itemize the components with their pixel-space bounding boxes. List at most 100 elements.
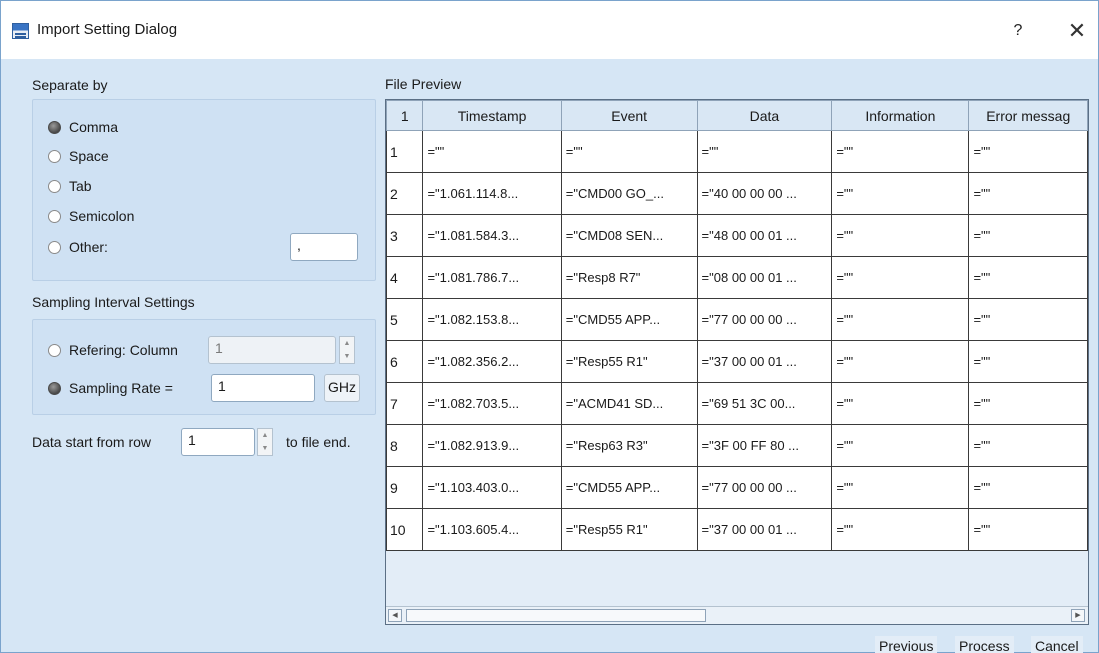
row-number-cell[interactable]: 5 — [386, 298, 424, 341]
table-cell[interactable]: ="" — [831, 340, 970, 383]
row-number-cell[interactable]: 8 — [386, 424, 424, 467]
table-cell[interactable]: ="1.103.403.0... — [422, 466, 562, 509]
radio-indicator[interactable] — [48, 240, 61, 254]
table-cell[interactable]: ="48 00 00 01 ... — [696, 214, 833, 257]
table-cell[interactable]: ="3F 00 FF 80 ... — [696, 424, 833, 467]
start-row-input[interactable]: 1 — [181, 428, 255, 456]
table-row[interactable]: 10 ="1.103.605.4... ="Resp55 R1" ="37 00 00… — [386, 508, 1088, 551]
table-cell[interactable]: ="69 51 3C 00... — [696, 382, 833, 425]
previous-button[interactable]: Previous — [875, 636, 938, 653]
row-number-cell[interactable]: 7 — [386, 382, 424, 425]
table-cell[interactable]: ="Resp8 R7" — [560, 256, 698, 299]
process-button[interactable]: Process — [955, 636, 1014, 653]
table-cell[interactable]: ="" — [968, 130, 1088, 173]
close-button[interactable]: ✕ — [1064, 17, 1090, 45]
refering-column-input[interactable]: 1 — [208, 336, 336, 364]
table-cell[interactable]: ="" — [831, 298, 970, 341]
table-cell[interactable]: ="" — [968, 214, 1088, 257]
table-cell[interactable]: ="1.082.153.8... — [422, 298, 562, 341]
cancel-button[interactable]: Cancel — [1031, 636, 1083, 653]
table-cell[interactable]: ="1.082.703.5... — [422, 382, 562, 425]
corner-header[interactable]: 1 — [386, 100, 424, 131]
other-separator-input[interactable]: , — [290, 233, 358, 261]
table-cell[interactable]: ="CMD08 SEN... — [560, 214, 698, 257]
radio-comma[interactable]: Comma — [48, 119, 118, 135]
table-cell[interactable]: ="1.103.605.4... — [422, 508, 562, 551]
table-cell[interactable]: ="1.081.786.7... — [422, 256, 562, 299]
table-cell[interactable]: ="40 00 00 00 ... — [696, 172, 833, 215]
column-header[interactable]: Error messag — [968, 100, 1088, 131]
radio-indicator[interactable] — [48, 381, 61, 395]
table-cell[interactable]: ="Resp55 R1" — [560, 508, 698, 551]
table-cell[interactable]: ="" — [422, 130, 562, 173]
radio-semicolon[interactable]: Semicolon — [48, 208, 134, 224]
radio-indicator[interactable] — [48, 343, 61, 357]
table-cell[interactable]: ="" — [968, 466, 1088, 509]
table-cell[interactable]: ="" — [968, 382, 1088, 425]
table-cell[interactable]: ="" — [831, 256, 970, 299]
column-header[interactable]: Information — [831, 100, 970, 131]
radio-indicator[interactable] — [48, 149, 61, 163]
table-cell[interactable]: ="77 00 00 00 ... — [696, 298, 833, 341]
scroll-right-icon[interactable]: ▶ — [1071, 609, 1085, 622]
table-cell[interactable]: ="77 00 00 00 ... — [696, 466, 833, 509]
table-cell[interactable]: ="" — [831, 508, 970, 551]
table-row[interactable]: 8 ="1.082.913.9... ="Resp63 R3" ="3F 00 FF … — [386, 424, 1088, 467]
table-cell[interactable]: ="" — [831, 466, 970, 509]
start-row-stepper[interactable]: ▲ ▼ — [257, 428, 273, 456]
table-cell[interactable]: ="1.061.114.8... — [422, 172, 562, 215]
table-cell[interactable]: ="" — [968, 508, 1088, 551]
chevron-up-icon[interactable]: ▲ — [262, 432, 269, 440]
table-cell[interactable]: ="1.081.584.3... — [422, 214, 562, 257]
table-cell[interactable]: ="" — [831, 382, 970, 425]
radio-sampling-rate[interactable]: Sampling Rate = — [48, 380, 173, 396]
chevron-down-icon[interactable]: ▼ — [344, 353, 351, 361]
table-cell[interactable]: ="" — [831, 130, 970, 173]
scrollbar-thumb[interactable] — [406, 609, 706, 622]
table-cell[interactable]: ="" — [831, 214, 970, 257]
radio-indicator[interactable] — [48, 179, 61, 193]
column-header[interactable]: Event — [560, 100, 698, 131]
table-cell[interactable]: ="" — [968, 298, 1088, 341]
column-header[interactable]: Timestamp — [422, 100, 562, 131]
refering-column-stepper[interactable]: ▲ ▼ — [339, 336, 355, 364]
table-cell[interactable]: ="" — [968, 424, 1088, 467]
chevron-down-icon[interactable]: ▼ — [262, 445, 269, 453]
table-cell[interactable]: ="" — [696, 130, 833, 173]
table-row[interactable]: 4 ="1.081.786.7... ="Resp8 R7" ="08 00 00 0… — [386, 256, 1088, 299]
table-cell[interactable]: ="" — [968, 256, 1088, 299]
table-row[interactable]: 1 ="" ="" ="" ="" ="" — [386, 130, 1088, 173]
sampling-rate-input[interactable]: 1 — [211, 374, 315, 402]
row-number-cell[interactable]: 2 — [386, 172, 424, 215]
table-row[interactable]: 6 ="1.082.356.2... ="Resp55 R1" ="37 00 00 … — [386, 340, 1088, 383]
row-number-cell[interactable]: 6 — [386, 340, 424, 383]
scroll-left-icon[interactable]: ◀ — [388, 609, 402, 622]
chevron-up-icon[interactable]: ▲ — [344, 340, 351, 348]
file-preview-table[interactable]: 1 Timestamp Event Data Information Error… — [385, 99, 1089, 625]
table-cell[interactable]: ="Resp55 R1" — [560, 340, 698, 383]
row-number-cell[interactable]: 4 — [386, 256, 424, 299]
radio-indicator[interactable] — [48, 120, 61, 134]
table-cell[interactable]: ="" — [968, 172, 1088, 215]
table-row[interactable]: 2 ="1.061.114.8... ="CMD00 GO_... ="40 00 0… — [386, 172, 1088, 215]
column-header[interactable]: Data — [696, 100, 833, 131]
table-cell[interactable]: ="CMD55 APP... — [560, 298, 698, 341]
table-cell[interactable]: ="CMD55 APP... — [560, 466, 698, 509]
table-cell[interactable]: ="37 00 00 01 ... — [696, 340, 833, 383]
table-cell[interactable]: ="08 00 00 01 ... — [696, 256, 833, 299]
table-cell[interactable]: ="" — [968, 340, 1088, 383]
table-cell[interactable]: ="" — [831, 424, 970, 467]
table-row[interactable]: 9 ="1.103.403.0... ="CMD55 APP... ="77 00 0… — [386, 466, 1088, 509]
row-number-cell[interactable]: 1 — [386, 130, 424, 173]
radio-tab[interactable]: Tab — [48, 178, 92, 194]
row-number-cell[interactable]: 10 — [386, 508, 424, 551]
row-number-cell[interactable]: 9 — [386, 466, 424, 509]
radio-space[interactable]: Space — [48, 148, 109, 164]
horizontal-scrollbar[interactable]: ◀ ▶ — [386, 606, 1088, 624]
row-number-cell[interactable]: 3 — [386, 214, 424, 257]
radio-other[interactable]: Other: — [48, 239, 108, 255]
table-cell[interactable]: ="37 00 00 01 ... — [696, 508, 833, 551]
table-cell[interactable]: ="" — [831, 172, 970, 215]
table-cell[interactable]: ="1.082.913.9... — [422, 424, 562, 467]
table-row[interactable]: 3 ="1.081.584.3... ="CMD08 SEN... ="48 00 0… — [386, 214, 1088, 257]
